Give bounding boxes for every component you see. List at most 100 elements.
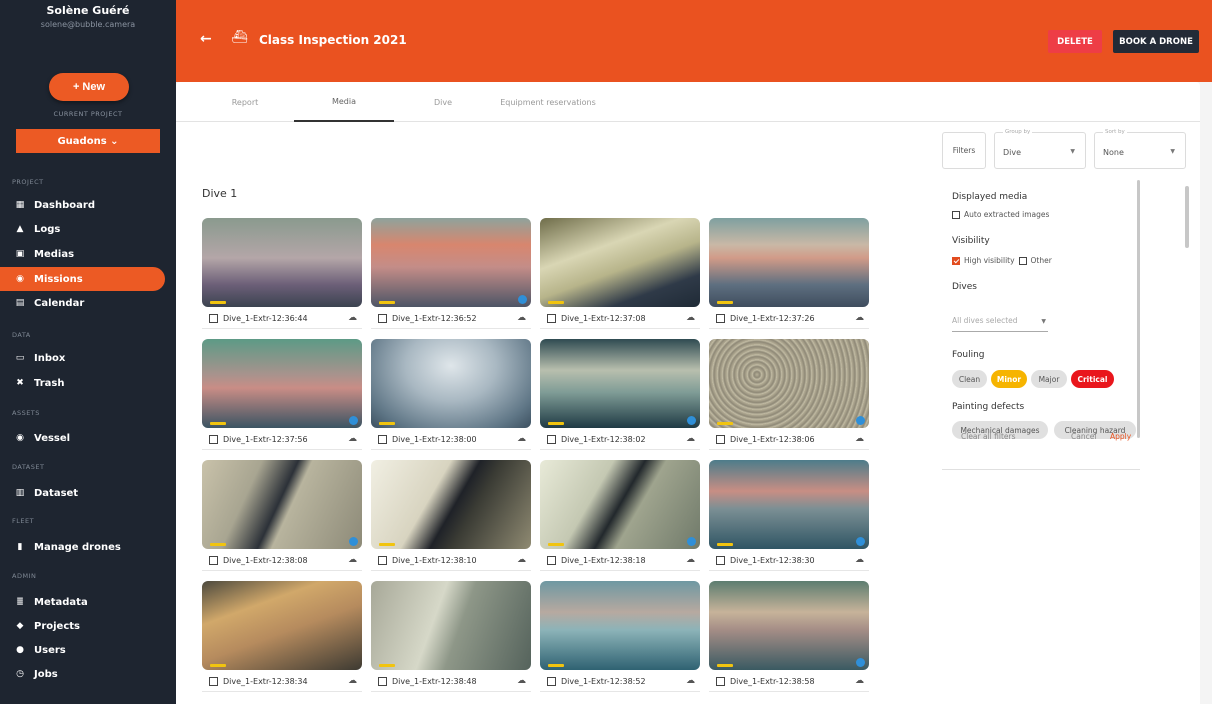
select-checkbox[interactable] — [209, 313, 218, 323]
cloud-upload-icon[interactable]: ☁ — [686, 313, 695, 323]
media-thumbnail[interactable] — [709, 339, 869, 428]
cancel-link[interactable]: Cancel — [1071, 432, 1096, 441]
fouling-chip-clean[interactable]: Clean — [952, 370, 987, 388]
select-checkbox[interactable] — [378, 434, 387, 444]
cloud-upload-icon[interactable]: ☁ — [855, 313, 864, 323]
auto-extracted-checkbox[interactable] — [952, 210, 960, 219]
media-thumbnail[interactable] — [371, 581, 531, 670]
media-thumbnail[interactable] — [202, 218, 362, 307]
media-tile[interactable]: Dive_1-Extr-12:38:58 ☁ — [709, 581, 869, 692]
sidebar-item-logs[interactable]: ▲ Logs — [0, 217, 176, 241]
select-checkbox[interactable] — [209, 555, 218, 565]
select-checkbox[interactable] — [547, 555, 556, 565]
media-thumbnail[interactable] — [202, 460, 362, 549]
media-tile[interactable]: Dive_1-Extr-12:37:26 ☁ — [709, 218, 869, 329]
cloud-upload-icon[interactable]: ☁ — [348, 676, 357, 686]
select-checkbox[interactable] — [716, 676, 725, 686]
media-thumbnail[interactable] — [540, 218, 700, 307]
cloud-upload-icon[interactable]: ☁ — [517, 434, 526, 444]
cloud-upload-icon[interactable]: ☁ — [348, 313, 357, 323]
media-thumbnail[interactable] — [709, 581, 869, 670]
sort-by-select[interactable]: Sort by None ▼ — [1094, 129, 1186, 169]
sidebar-item-jobs[interactable]: ◷ Jobs — [0, 662, 176, 686]
cloud-upload-icon[interactable]: ☁ — [686, 555, 695, 565]
media-tile[interactable]: Dive_1-Extr-12:38:52 ☁ — [540, 581, 700, 692]
sidebar-item-medias[interactable]: ▣ Medias — [0, 242, 176, 266]
sidebar-item-missions[interactable]: ◉ Missions — [0, 267, 165, 291]
select-checkbox[interactable] — [547, 313, 556, 323]
back-arrow-icon[interactable]: ← — [200, 31, 212, 47]
sidebar-item-manage-drones[interactable]: ▮ Manage drones — [0, 535, 176, 559]
cloud-upload-icon[interactable]: ☁ — [348, 434, 357, 444]
sidebar-item-users[interactable]: ● Users — [0, 638, 176, 662]
panel-scrollbar[interactable] — [1137, 180, 1140, 438]
group-by-select[interactable]: Group by Dive ▼ — [994, 129, 1086, 169]
media-tile[interactable]: Dive_1-Extr-12:38:00 ☁ — [371, 339, 531, 450]
cloud-upload-icon[interactable]: ☁ — [855, 434, 864, 444]
select-checkbox[interactable] — [716, 434, 725, 444]
cloud-upload-icon[interactable]: ☁ — [517, 555, 526, 565]
media-tile[interactable]: Dive_1-Extr-12:38:06 ☁ — [709, 339, 869, 450]
cloud-upload-icon[interactable]: ☁ — [855, 676, 864, 686]
media-tile[interactable]: Dive_1-Extr-12:38:18 ☁ — [540, 460, 700, 571]
media-tile[interactable]: Dive_1-Extr-12:37:08 ☁ — [540, 218, 700, 329]
cloud-upload-icon[interactable]: ☁ — [855, 555, 864, 565]
sidebar-item-trash[interactable]: ✖ Trash — [0, 371, 176, 395]
media-thumbnail[interactable] — [540, 581, 700, 670]
cloud-upload-icon[interactable]: ☁ — [517, 313, 526, 323]
book-drone-button[interactable]: BOOK A DRONE — [1113, 30, 1199, 53]
select-checkbox[interactable] — [716, 313, 725, 323]
media-tile[interactable]: Dive_1-Extr-12:38:34 ☁ — [202, 581, 362, 692]
fouling-chip-major[interactable]: Major — [1031, 370, 1067, 388]
select-checkbox[interactable] — [378, 676, 387, 686]
select-checkbox[interactable] — [209, 434, 218, 444]
media-tile[interactable]: Dive_1-Extr-12:38:08 ☁ — [202, 460, 362, 571]
media-tile[interactable]: Dive_1-Extr-12:36:52 ☁ — [371, 218, 531, 329]
select-checkbox[interactable] — [378, 555, 387, 565]
auto-extracted-option[interactable]: Auto extracted images — [952, 210, 1049, 219]
media-tile[interactable]: Dive_1-Extr-12:38:30 ☁ — [709, 460, 869, 571]
sidebar-item-vessel[interactable]: ◉ Vessel — [0, 426, 176, 450]
media-tile[interactable]: Dive_1-Extr-12:38:02 ☁ — [540, 339, 700, 450]
sidebar-item-dashboard[interactable]: ▦ Dashboard — [0, 193, 176, 217]
tab-media[interactable]: Media — [294, 82, 394, 122]
media-tile[interactable]: Dive_1-Extr-12:38:48 ☁ — [371, 581, 531, 692]
media-thumbnail[interactable] — [709, 218, 869, 307]
tab-equipment-reservations[interactable]: Equipment reservations — [488, 82, 608, 122]
filters-button[interactable]: Filters — [942, 132, 986, 169]
sidebar-item-dataset[interactable]: ▥ Dataset — [0, 481, 176, 505]
media-thumbnail[interactable] — [371, 339, 531, 428]
cloud-upload-icon[interactable]: ☁ — [517, 676, 526, 686]
media-thumbnail[interactable] — [709, 460, 869, 549]
media-thumbnail[interactable] — [540, 339, 700, 428]
project-select[interactable]: Guadons ⌄ — [16, 129, 160, 153]
delete-button[interactable]: DELETE — [1048, 30, 1102, 53]
dives-select[interactable]: All dives selected ▼ — [952, 316, 1048, 332]
tab-dive[interactable]: Dive — [408, 82, 478, 122]
select-checkbox[interactable] — [547, 434, 556, 444]
select-checkbox[interactable] — [547, 676, 556, 686]
sidebar-item-metadata[interactable]: ≣ Metadata — [0, 590, 176, 614]
select-checkbox[interactable] — [378, 313, 387, 323]
sidebar-item-projects[interactable]: ◆ Projects — [0, 614, 176, 638]
cloud-upload-icon[interactable]: ☁ — [348, 555, 357, 565]
media-thumbnail[interactable] — [202, 581, 362, 670]
media-thumbnail[interactable] — [202, 339, 362, 428]
cloud-upload-icon[interactable]: ☁ — [686, 676, 695, 686]
tab-report[interactable]: Report — [204, 82, 286, 122]
media-tile[interactable]: Dive_1-Extr-12:37:56 ☁ — [202, 339, 362, 450]
sidebar-item-inbox[interactable]: ▭ Inbox — [0, 346, 176, 370]
other-checkbox[interactable] — [1018, 256, 1027, 265]
main-scrollbar[interactable] — [1185, 186, 1189, 248]
select-checkbox[interactable] — [209, 676, 218, 686]
media-tile[interactable]: Dive_1-Extr-12:36:44 ☁ — [202, 218, 362, 329]
select-checkbox[interactable] — [716, 555, 725, 565]
media-thumbnail[interactable] — [371, 218, 531, 307]
media-thumbnail[interactable] — [540, 460, 700, 549]
high-visibility-checkbox[interactable] — [952, 256, 960, 265]
apply-link[interactable]: Apply — [1110, 432, 1131, 441]
cloud-upload-icon[interactable]: ☁ — [686, 434, 695, 444]
sidebar-item-calendar[interactable]: ▤ Calendar — [0, 291, 176, 315]
media-thumbnail[interactable] — [371, 460, 531, 549]
clear-filters-link[interactable]: Clear all filters — [961, 432, 1016, 441]
